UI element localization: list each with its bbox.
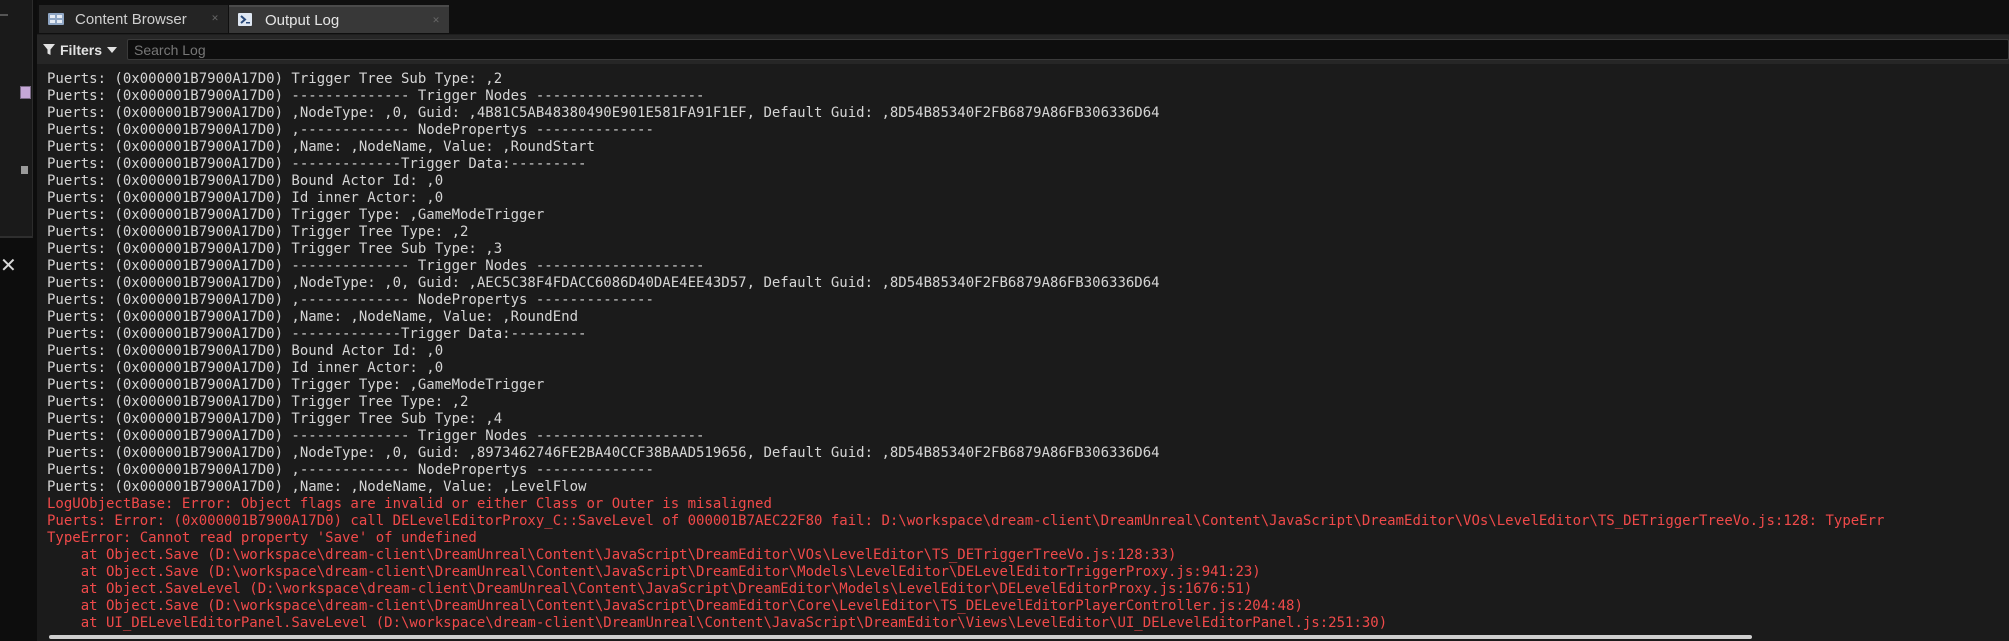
log-line-error: LogUObjectBase: Error: Object flags are … bbox=[47, 496, 772, 512]
log-line: Puerts: (0x000001B7900A17D0) Id inner Ac… bbox=[47, 190, 444, 206]
log-line: Puerts: (0x000001B7900A17D0) Trigger Typ… bbox=[47, 377, 545, 393]
output-log-panel[interactable]: Puerts: (0x000001B7900A17D0) Trigger Tre… bbox=[37, 64, 2009, 641]
log-line: Puerts: (0x000001B7900A17D0) -----------… bbox=[47, 88, 705, 104]
log-line-error: at Object.Save (D:\workspace\dream-clien… bbox=[47, 598, 1303, 614]
log-line-error: TypeError: Cannot read property 'Save' o… bbox=[47, 530, 477, 546]
filters-dropdown[interactable]: Filters bbox=[43, 39, 118, 61]
log-line: Puerts: (0x000001B7900A17D0) -----------… bbox=[47, 428, 705, 444]
log-line: Puerts: (0x000001B7900A17D0) ,Name: ,Nod… bbox=[47, 309, 579, 325]
panel-divider[interactable] bbox=[0, 236, 32, 238]
output-log-icon bbox=[237, 12, 255, 28]
log-line: Puerts: (0x000001B7900A17D0) Bound Actor… bbox=[47, 173, 444, 189]
log-line: Puerts: (0x000001B7900A17D0) ,Name: ,Nod… bbox=[47, 479, 587, 495]
filters-label: Filters bbox=[60, 42, 103, 58]
log-line: Puerts: (0x000001B7900A17D0) ,NodeType: … bbox=[47, 275, 1160, 291]
side-panel bbox=[0, 0, 33, 238]
log-line: Puerts: (0x000001B7900A17D0) Bound Actor… bbox=[47, 343, 444, 359]
log-line-error: at Object.Save (D:\workspace\dream-clien… bbox=[47, 547, 1177, 563]
tab-label: Content Browser bbox=[75, 10, 187, 28]
log-line: Puerts: (0x000001B7900A17D0) ,----------… bbox=[47, 122, 654, 138]
log-line: Puerts: (0x000001B7900A17D0) -----------… bbox=[47, 156, 587, 172]
log-toolbar: Filters bbox=[37, 35, 2009, 64]
log-line: Puerts: (0x000001B7900A17D0) Trigger Tre… bbox=[47, 71, 503, 87]
log-line: Puerts: (0x000001B7900A17D0) Trigger Tre… bbox=[47, 241, 503, 257]
log-line: Puerts: (0x000001B7900A17D0) ,----------… bbox=[47, 292, 654, 308]
filter-icon bbox=[43, 44, 55, 55]
gray-swatch-icon bbox=[21, 166, 28, 174]
log-line: Puerts: (0x000001B7900A17D0) Trigger Tre… bbox=[47, 224, 469, 240]
log-line: Puerts: (0x000001B7900A17D0) -----------… bbox=[47, 258, 705, 274]
log-line: Puerts: (0x000001B7900A17D0) Id inner Ac… bbox=[47, 360, 444, 376]
search-input[interactable] bbox=[127, 39, 2009, 60]
panel-grip[interactable] bbox=[0, 14, 8, 16]
purple-swatch-icon bbox=[20, 86, 31, 99]
log-lines: Puerts: (0x000001B7900A17D0) Trigger Tre… bbox=[47, 71, 1884, 632]
log-line: Puerts: (0x000001B7900A17D0) ,Name: ,Nod… bbox=[47, 139, 595, 155]
log-line: Puerts: (0x000001B7900A17D0) -----------… bbox=[47, 326, 587, 342]
log-line-error: at Object.SaveLevel (D:\workspace\dream-… bbox=[47, 581, 1253, 597]
left-dock-strip: ✕ bbox=[0, 0, 37, 641]
horizontal-scrollbar[interactable] bbox=[49, 635, 1752, 639]
log-line-error: at UI_DELevelEditorPanel.SaveLevel (D:\w… bbox=[47, 615, 1388, 631]
tab-content-browser[interactable]: Content Browser ✕ bbox=[39, 5, 228, 33]
close-tab-icon[interactable]: ✕ bbox=[210, 13, 220, 23]
log-line: Puerts: (0x000001B7900A17D0) ,NodeType: … bbox=[47, 105, 1160, 121]
chevron-down-icon bbox=[107, 47, 118, 53]
log-line: Puerts: (0x000001B7900A17D0) Trigger Tre… bbox=[47, 411, 503, 427]
tab-bar: Content Browser ✕ Output Log ✕ bbox=[37, 0, 2009, 35]
log-line: Puerts: (0x000001B7900A17D0) ,NodeType: … bbox=[47, 445, 1160, 461]
close-icon[interactable]: ✕ bbox=[0, 254, 17, 276]
log-line-error: at Object.Save (D:\workspace\dream-clien… bbox=[47, 564, 1261, 580]
log-line: Puerts: (0x000001B7900A17D0) Trigger Tre… bbox=[47, 394, 469, 410]
log-line: Puerts: (0x000001B7900A17D0) Trigger Typ… bbox=[47, 207, 545, 223]
log-line: Puerts: (0x000001B7900A17D0) ,----------… bbox=[47, 462, 654, 478]
log-line-error: Puerts: Error: (0x000001B7900A17D0) call… bbox=[47, 513, 1885, 529]
close-tab-icon[interactable]: ✕ bbox=[431, 15, 441, 25]
tab-output-log[interactable]: Output Log ✕ bbox=[229, 5, 449, 33]
tab-label: Output Log bbox=[265, 11, 340, 29]
content-browser-icon bbox=[47, 11, 65, 27]
